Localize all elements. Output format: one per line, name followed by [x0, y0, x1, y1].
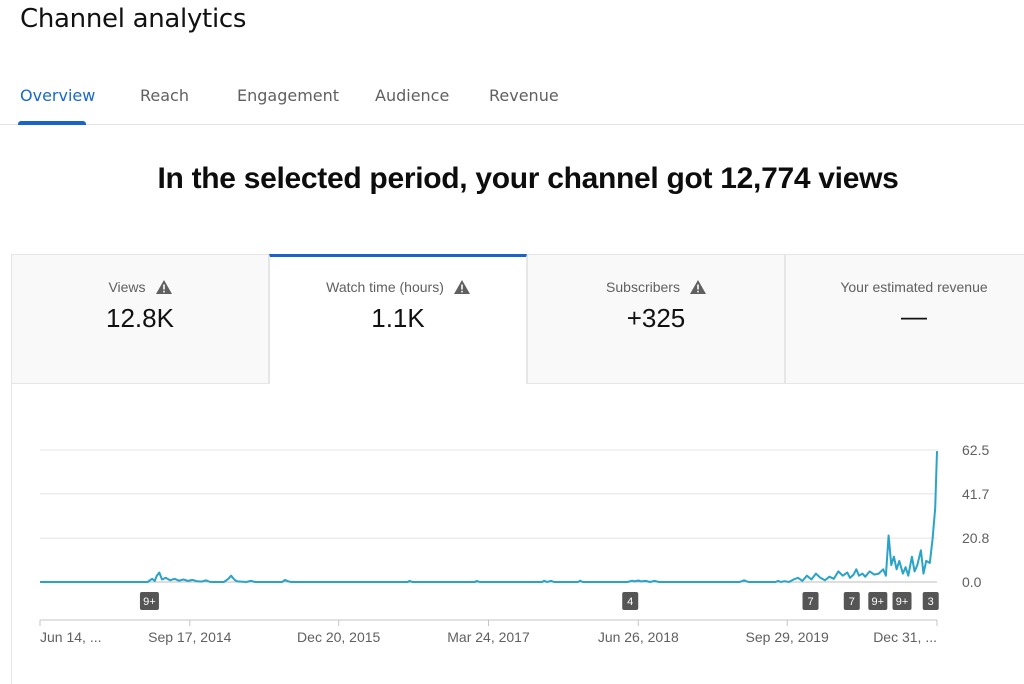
tab-audience[interactable]: Audience	[375, 86, 449, 105]
metric-label: Your estimated revenue	[840, 279, 988, 295]
active-tab-indicator	[18, 121, 86, 125]
tab-reach[interactable]: Reach	[140, 86, 189, 105]
tab-revenue[interactable]: Revenue	[489, 86, 559, 105]
metric-value: —	[901, 301, 927, 331]
tab-bar: Overview Reach Engagement Audience Reven…	[0, 78, 1024, 125]
tab-overview[interactable]: Overview	[20, 86, 95, 105]
metric-card-watch-time[interactable]: Watch time (hours) 1.1K	[269, 254, 527, 384]
chart-panel	[11, 384, 1024, 684]
metric-card-views[interactable]: Views 12.8K	[11, 254, 269, 384]
metric-value: +325	[626, 303, 686, 333]
warning-icon[interactable]	[453, 280, 470, 297]
metric-value: 1.1K	[371, 303, 425, 333]
warning-icon[interactable]	[155, 280, 172, 297]
metric-card-subscribers[interactable]: Subscribers +325	[527, 254, 785, 384]
summary-headline: In the selected period, your channel got…	[157, 162, 899, 195]
tab-engagement[interactable]: Engagement	[237, 86, 339, 105]
metric-label: Watch time (hours)	[326, 279, 444, 295]
metric-value: 12.8K	[106, 303, 174, 333]
page-title: Channel analytics	[20, 4, 247, 34]
metric-cards: Views 12.8K Watch time (hours) 1.1K Subs…	[11, 254, 1024, 384]
metric-card-revenue[interactable]: Your estimated revenue —	[785, 254, 1024, 384]
metric-label: Views	[108, 279, 146, 295]
warning-icon[interactable]	[689, 280, 706, 297]
metric-label: Subscribers	[606, 279, 680, 295]
